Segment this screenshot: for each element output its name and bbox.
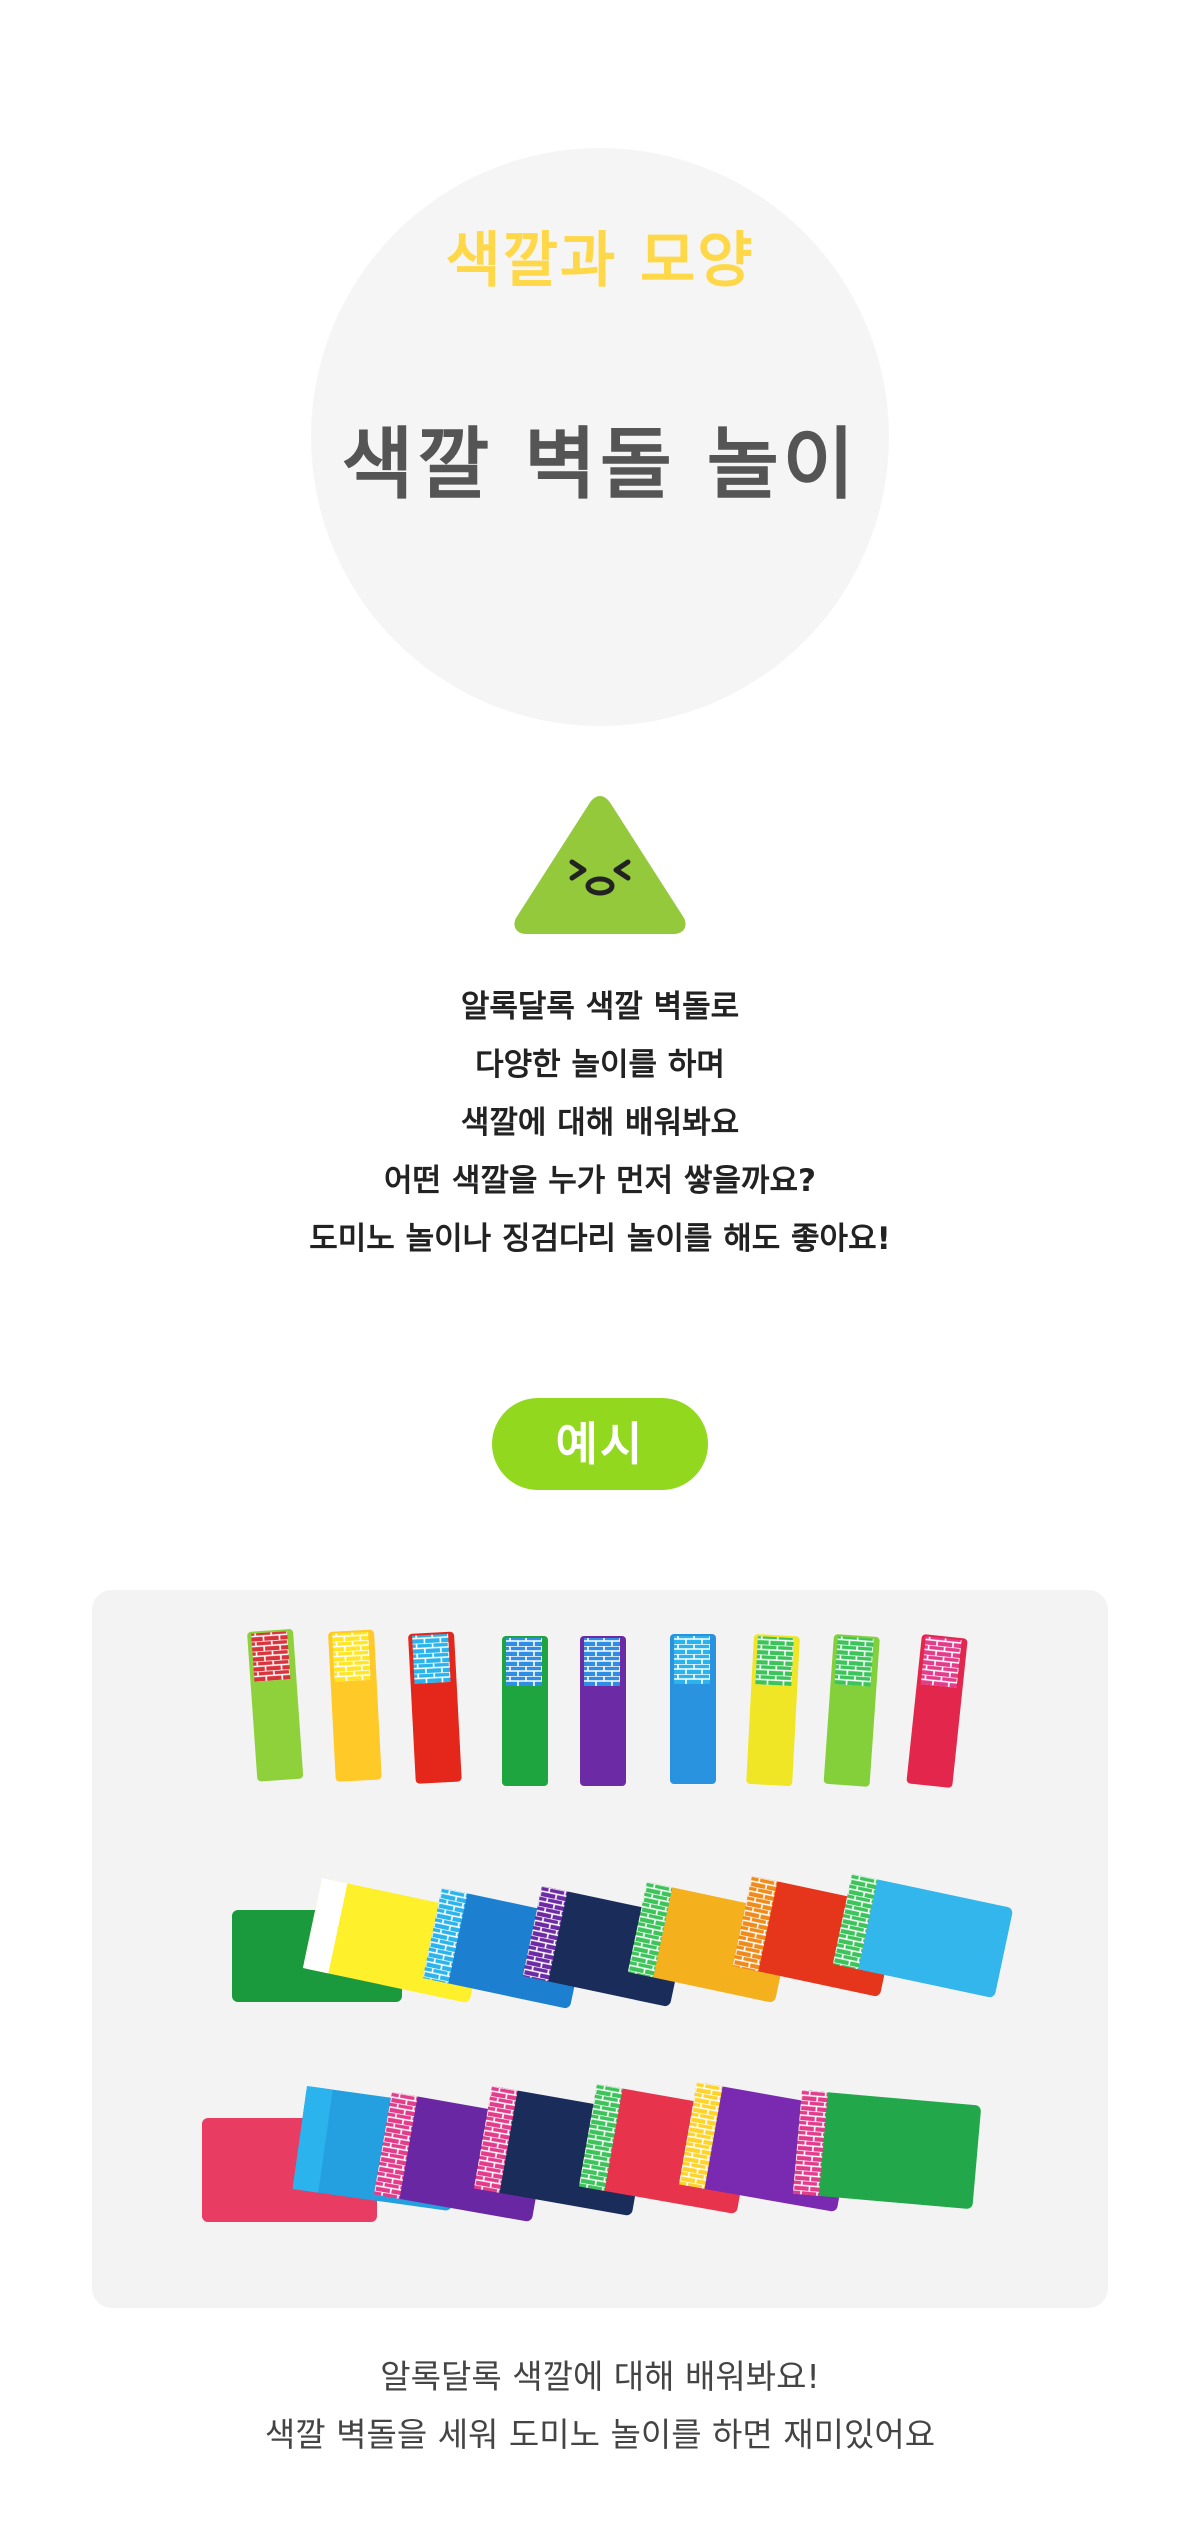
example-badge: 예시 [492, 1398, 708, 1490]
triangle-face-icon [514, 796, 686, 934]
description-line: 다양한 놀이를 하며 [475, 1047, 725, 1083]
description-line: 알록달록 색깔 벽돌로 [460, 989, 740, 1025]
example-photo [92, 1590, 1108, 2308]
description-line: 어떤 색깔을 누가 먼저 쌓을까요? [384, 1163, 816, 1199]
hero-subtitle: 색깔과 모양 [445, 226, 755, 296]
description-line: 도미노 놀이나 징검다리 놀이를 해도 좋아요! [309, 1221, 891, 1257]
page: 색깔과 모양 색깔 벽돌 놀이 알록달록 색깔 벽돌로 다양한 놀이를 하며 색… [0, 0, 1200, 2538]
caption: 알록달록 색깔에 대해 배워봐요! 색깔 벽돌을 세워 도미노 놀이를 하면 재… [0, 2348, 1200, 2464]
brick-illustration [92, 1590, 1108, 2308]
description: 알록달록 색깔 벽돌로 다양한 놀이를 하며 색깔에 대해 배워봐요 어떤 색깔… [0, 978, 1200, 1268]
caption-line: 색깔 벽돌을 세워 도미노 놀이를 하면 재미있어요 [264, 2415, 936, 2454]
description-line: 색깔에 대해 배워봐요 [460, 1105, 740, 1141]
caption-line: 알록달록 색깔에 대해 배워봐요! [380, 2357, 820, 2396]
standing-bricks [247, 1629, 968, 1788]
hero-title: 색깔 벽돌 놀이 [341, 420, 859, 510]
